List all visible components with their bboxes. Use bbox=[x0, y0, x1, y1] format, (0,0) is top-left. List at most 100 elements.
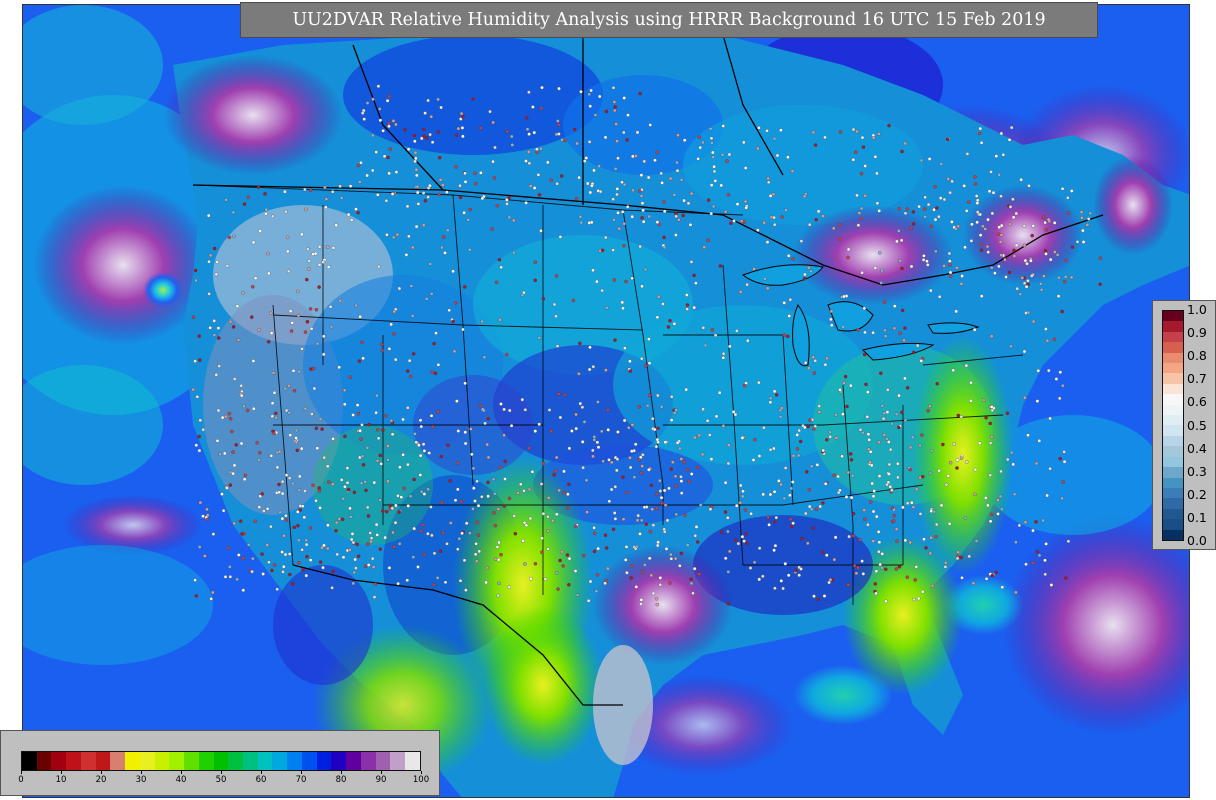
station-dot bbox=[885, 437, 889, 441]
station-dot bbox=[384, 414, 388, 418]
station-dot bbox=[977, 131, 982, 136]
station-dot bbox=[674, 408, 678, 412]
station-dot bbox=[935, 381, 939, 386]
station-dot bbox=[318, 560, 323, 564]
station-dot bbox=[393, 520, 398, 525]
station-dot bbox=[971, 581, 976, 585]
station-dot bbox=[721, 351, 726, 356]
station-dot bbox=[527, 90, 531, 94]
station-dot bbox=[962, 184, 966, 188]
station-dot bbox=[406, 147, 411, 152]
station-dot bbox=[664, 547, 669, 551]
station-dot bbox=[606, 566, 610, 571]
station-dot bbox=[258, 451, 262, 455]
station-dot bbox=[579, 220, 583, 225]
station-dot bbox=[348, 184, 353, 188]
rh-colorbar-tickmark bbox=[341, 771, 342, 774]
station-dot bbox=[546, 160, 550, 165]
station-dot bbox=[415, 173, 419, 178]
station-dot bbox=[698, 503, 703, 507]
station-dot bbox=[897, 425, 901, 430]
station-dot bbox=[520, 397, 525, 402]
station-dot bbox=[890, 488, 894, 492]
station-dot bbox=[303, 187, 307, 192]
station-dot bbox=[397, 542, 402, 546]
station-dot bbox=[834, 413, 838, 417]
station-dot bbox=[505, 352, 509, 357]
station-dot bbox=[628, 369, 633, 373]
station-dot bbox=[742, 383, 747, 388]
station-dot bbox=[215, 439, 220, 443]
station-dot bbox=[1064, 258, 1068, 263]
station-dot bbox=[322, 455, 326, 460]
station-dot bbox=[511, 218, 516, 223]
station-dot bbox=[772, 490, 777, 494]
station-dot bbox=[308, 558, 313, 562]
station-dot bbox=[799, 536, 804, 541]
station-dot bbox=[803, 425, 807, 430]
station-dot bbox=[807, 222, 812, 227]
station-dot bbox=[471, 507, 475, 511]
station-dot bbox=[807, 265, 811, 270]
station-dot bbox=[977, 441, 982, 445]
station-dot bbox=[463, 430, 468, 434]
station-dot bbox=[728, 344, 732, 349]
station-dot bbox=[198, 418, 203, 423]
station-dot bbox=[354, 303, 359, 308]
station-dot bbox=[827, 580, 831, 585]
station-dot bbox=[361, 356, 365, 361]
station-dot bbox=[952, 442, 957, 446]
station-dot bbox=[676, 133, 680, 137]
station-dot bbox=[439, 105, 443, 110]
station-dot bbox=[647, 467, 651, 472]
station-dot bbox=[277, 490, 281, 495]
station-dot bbox=[269, 454, 274, 458]
station-dot bbox=[270, 568, 274, 573]
station-dot bbox=[578, 341, 582, 346]
station-dot bbox=[909, 264, 914, 269]
station-dot bbox=[669, 552, 673, 557]
station-dot bbox=[491, 120, 495, 125]
station-dot bbox=[570, 429, 574, 433]
station-dot bbox=[574, 426, 578, 431]
station-dot bbox=[892, 326, 897, 331]
station-dot bbox=[378, 498, 382, 502]
station-dot bbox=[246, 195, 251, 200]
station-dot bbox=[223, 451, 227, 456]
station-dot bbox=[392, 309, 397, 314]
rh-colorbar-tick-label: 10 bbox=[55, 775, 67, 785]
station-dot bbox=[402, 486, 406, 491]
station-dot bbox=[851, 511, 856, 516]
rh-colorbar-tickmark bbox=[61, 771, 62, 774]
station-dot bbox=[999, 469, 1003, 474]
station-dot bbox=[300, 548, 304, 552]
station-dot bbox=[509, 424, 514, 428]
station-dot bbox=[638, 532, 642, 536]
station-dot bbox=[313, 251, 318, 256]
station-dot bbox=[225, 486, 229, 490]
station-dot bbox=[414, 167, 419, 172]
station-dot bbox=[537, 193, 542, 197]
station-dot bbox=[340, 517, 345, 522]
station-dot bbox=[220, 415, 225, 420]
station-dot bbox=[310, 412, 314, 416]
station-dot bbox=[206, 213, 211, 218]
station-dot bbox=[768, 396, 773, 400]
station-dot bbox=[930, 583, 935, 588]
station-dot bbox=[1011, 197, 1015, 201]
rh-analysis-map bbox=[23, 5, 1189, 797]
station-dot bbox=[331, 569, 335, 574]
station-dot bbox=[467, 247, 472, 252]
station-dot bbox=[821, 214, 825, 218]
station-dot bbox=[679, 457, 684, 461]
station-dot bbox=[674, 214, 678, 219]
station-dot bbox=[1070, 245, 1075, 249]
station-dot bbox=[655, 315, 660, 320]
station-dot bbox=[575, 141, 579, 146]
station-dot bbox=[911, 222, 916, 226]
station-dot bbox=[765, 129, 769, 133]
station-dot bbox=[603, 581, 607, 586]
station-dot bbox=[370, 168, 375, 173]
station-dot bbox=[381, 129, 385, 133]
station-dot bbox=[639, 194, 644, 198]
